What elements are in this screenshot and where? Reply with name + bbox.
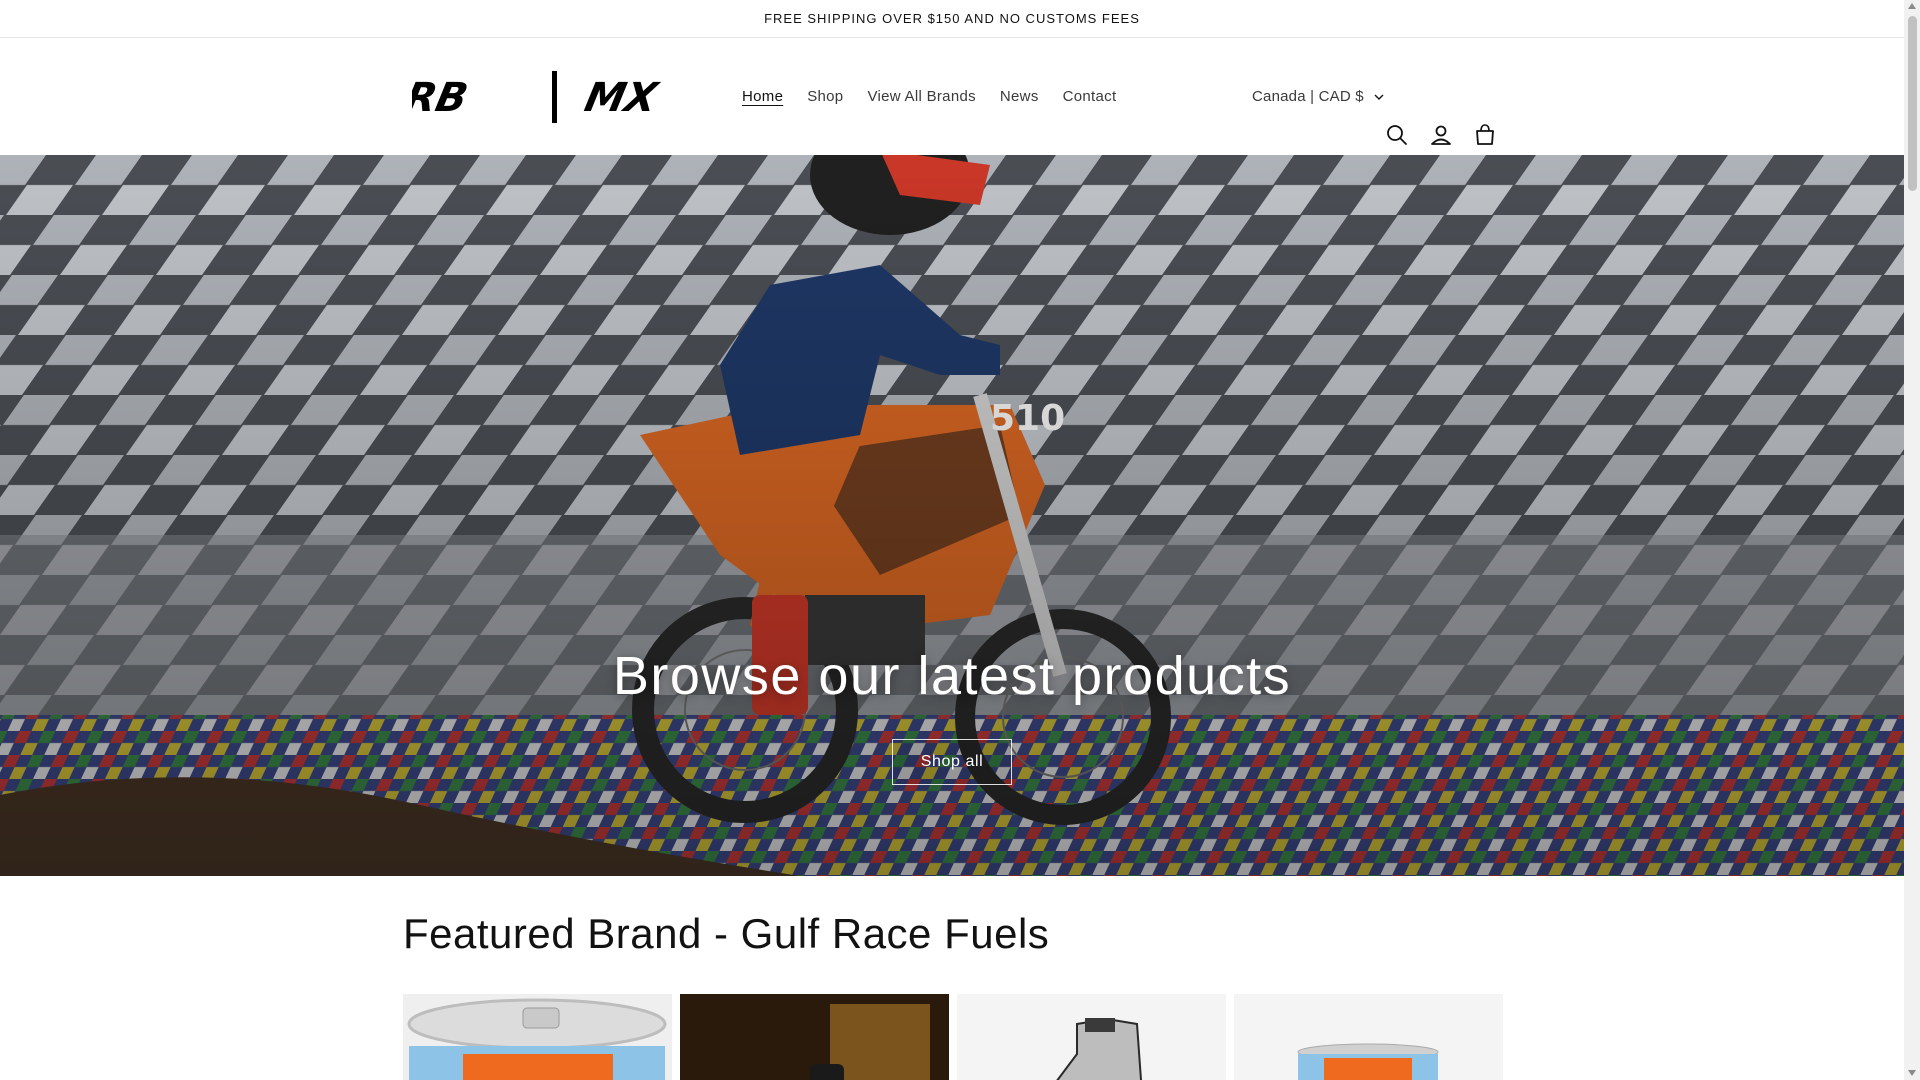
product-card[interactable] [680, 994, 949, 1080]
nav-view-all-brands[interactable]: View All Brands [867, 88, 975, 105]
nav-home[interactable]: Home [742, 88, 783, 105]
product-image-fuel-can [403, 994, 672, 1080]
svg-text:RB: RB [412, 73, 472, 120]
nav-shop[interactable]: Shop [807, 88, 843, 105]
chevron-down-icon [1374, 94, 1384, 100]
product-image-jug [957, 994, 1226, 1080]
featured-brand-title: Featured Brand - Gulf Race Fuels [403, 910, 1050, 957]
account-icon[interactable] [1428, 122, 1454, 148]
product-card[interactable] [957, 994, 1226, 1080]
page: FREE SHIPPING OVER $150 AND NO CUSTOMS F… [0, 0, 1904, 1080]
scroll-down-arrow-icon[interactable] [1908, 1070, 1916, 1076]
svg-text:MX: MX [581, 73, 664, 120]
site-header: RB MX Home Shop View All Brands News Con… [0, 38, 1904, 155]
site-logo[interactable]: RB MX [412, 68, 704, 126]
product-card[interactable] [1234, 994, 1503, 1080]
search-icon[interactable] [1384, 122, 1410, 148]
scrollbar-thumb[interactable] [1908, 16, 1917, 191]
country-selector-label: Canada | CAD $ [1252, 88, 1364, 105]
product-card[interactable] [403, 994, 672, 1080]
main-nav: Home Shop View All Brands News Contact [742, 38, 1140, 155]
country-selector[interactable]: Canada | CAD $ [1252, 38, 1384, 155]
shop-all-button[interactable]: Shop all [892, 739, 1012, 785]
scroll-up-arrow-icon[interactable] [1908, 3, 1916, 9]
announcement-text: FREE SHIPPING OVER $150 AND NO CUSTOMS F… [764, 11, 1140, 26]
featured-product-grid [403, 994, 1503, 1080]
product-image-bottle [680, 994, 949, 1080]
nav-contact[interactable]: Contact [1063, 88, 1117, 105]
hero-title: Browse our latest products [612, 646, 1292, 706]
scrollbar[interactable] [1904, 0, 1920, 1080]
announcement-bar: FREE SHIPPING OVER $150 AND NO CUSTOMS F… [0, 0, 1904, 38]
cart-icon[interactable] [1472, 122, 1498, 148]
nav-news[interactable]: News [1000, 88, 1039, 105]
product-image-drum [1234, 994, 1503, 1080]
hero-banner: 510 Browse our latest products Shop all [0, 155, 1904, 876]
